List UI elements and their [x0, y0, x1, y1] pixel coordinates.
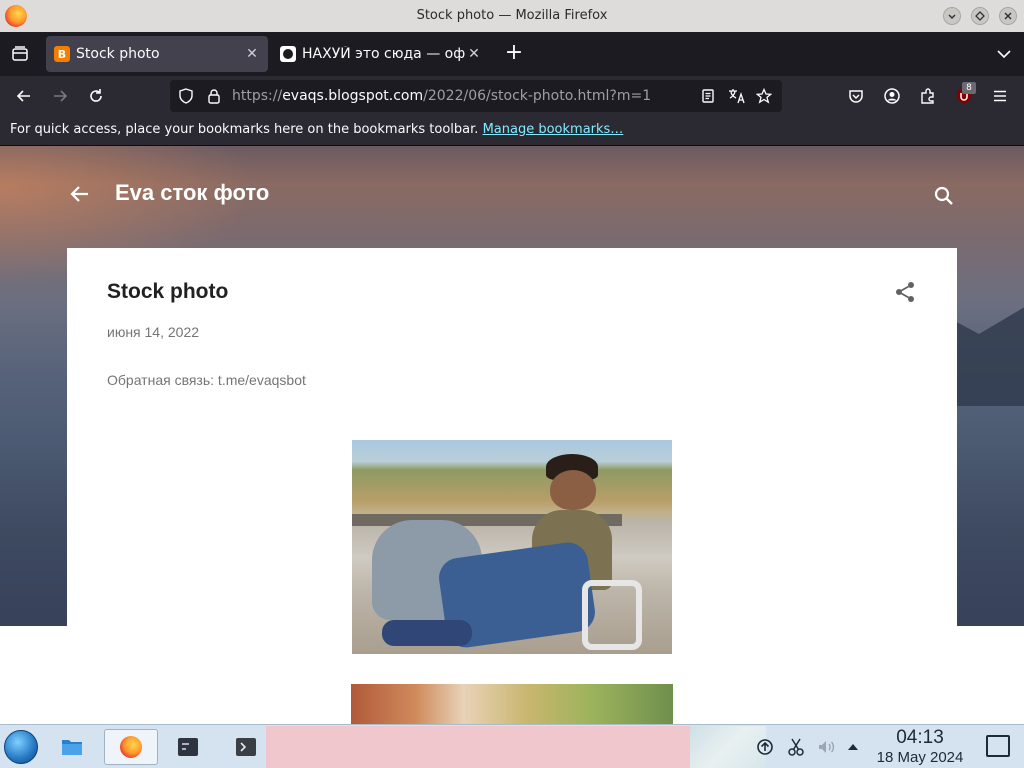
bookmarks-hint-text: For quick access, place your bookmarks h… — [10, 122, 479, 137]
post-photo-second[interactable] — [351, 684, 673, 724]
photo-face — [550, 470, 596, 510]
back-button[interactable] — [12, 84, 36, 108]
clock-time: 04:13 — [896, 727, 944, 748]
window-title: Stock photo — Mozilla Firefox — [416, 8, 608, 23]
minimize-window-button[interactable] — [943, 7, 961, 25]
url-bar[interactable]: https://evaqs.blogspot.com/2022/06/stock… — [170, 80, 782, 112]
app-menu-button[interactable] — [988, 84, 1012, 108]
lock-icon[interactable] — [206, 88, 222, 104]
tray-clipboard-icon[interactable] — [780, 729, 812, 765]
close-window-button[interactable] — [999, 7, 1017, 25]
hamburger-menu-icon — [994, 90, 1006, 102]
photo-shoes — [382, 620, 472, 646]
translate-icon[interactable] — [728, 88, 746, 104]
diamond-icon — [975, 11, 985, 21]
list-all-tabs-button[interactable] — [994, 44, 1014, 64]
chevron-down-icon — [948, 14, 956, 20]
clock-date: 18 May 2024 — [876, 749, 964, 766]
url-host: evaqs.blogspot.com — [282, 88, 424, 104]
tray-update-icon[interactable] — [748, 729, 782, 765]
start-menu-button[interactable] — [4, 730, 38, 764]
update-arrow-icon — [757, 739, 773, 755]
taskbar-terminal[interactable] — [228, 729, 264, 765]
share-icon — [896, 282, 914, 302]
window-app-icon — [178, 738, 198, 756]
forward-button[interactable] — [48, 84, 72, 108]
account-icon — [884, 88, 900, 104]
bookmarks-toolbar: For quick access, place your bookmarks h… — [0, 116, 1024, 146]
folder-icon — [62, 740, 82, 755]
tab-label: НАХУЙ это сюда — офи — [302, 46, 466, 62]
taskbar-file-manager[interactable] — [54, 729, 90, 765]
post-photo-boy-on-bench[interactable] — [352, 440, 672, 654]
post-body-text: Обратная связь: t.me/evaqsbot — [107, 372, 306, 388]
arrow-left-icon — [70, 186, 88, 202]
page-viewport: Eva сток фото Stock photo июня 14, 2022 … — [0, 146, 1024, 724]
firefox-icon — [120, 736, 142, 758]
speaker-icon — [819, 741, 835, 753]
close-icon — [1004, 12, 1012, 20]
taskbar-firefox[interactable] — [104, 729, 158, 765]
site-icon — [280, 46, 296, 62]
post-card: Stock photo июня 14, 2022 Обратная связь… — [67, 248, 957, 724]
blog-title[interactable]: Eva сток фото — [115, 180, 269, 206]
blog-search-button[interactable] — [932, 184, 956, 208]
terminal-icon — [236, 738, 256, 756]
post-title: Stock photo — [107, 280, 229, 303]
window-titlebar: Stock photo — Mozilla Firefox — [0, 0, 1024, 32]
puzzle-piece-icon — [921, 88, 934, 104]
taskbar-settings-app[interactable] — [170, 729, 206, 765]
arrow-right-icon — [54, 90, 68, 102]
url-text[interactable]: https://evaqs.blogspot.com/2022/06/stock… — [232, 88, 651, 104]
reader-view-icon[interactable] — [700, 88, 716, 104]
chevron-down-icon — [997, 50, 1011, 59]
extension-badge-count: 8 — [962, 82, 976, 94]
close-tab-icon[interactable]: ✕ — [244, 46, 260, 62]
close-tab-icon[interactable]: ✕ — [466, 46, 482, 62]
show-desktop-button[interactable] — [986, 735, 1010, 757]
firefox-view-button[interactable] — [8, 42, 32, 66]
taskbar-clock[interactable]: 04:13 18 May 2024 — [860, 727, 980, 767]
reload-button[interactable] — [84, 84, 108, 108]
bookmark-star-icon[interactable] — [756, 88, 772, 104]
account-button[interactable] — [880, 84, 904, 108]
pocket-button[interactable] — [844, 84, 868, 108]
share-button[interactable] — [893, 280, 917, 304]
scissors-icon — [788, 738, 804, 756]
taskbar: 04:13 18 May 2024 — [0, 724, 1024, 768]
tray-volume-icon[interactable] — [810, 729, 842, 765]
tab-second[interactable]: НАХУЙ это сюда — офи ✕ — [272, 36, 490, 72]
extensions-button[interactable] — [916, 84, 940, 108]
new-tab-button[interactable]: + — [502, 42, 526, 66]
post-date: июня 14, 2022 — [107, 324, 200, 340]
taskbar-empty-area — [266, 726, 690, 768]
blog-back-button[interactable] — [68, 182, 92, 206]
photo-chair — [582, 580, 642, 650]
search-icon — [934, 186, 953, 205]
tracking-protection-shield-icon[interactable] — [178, 88, 194, 104]
tab-stock-photo[interactable]: B Stock photo ✕ — [46, 36, 268, 72]
manage-bookmarks-link[interactable]: Manage bookmarks… — [483, 122, 624, 137]
arrow-left-icon — [16, 90, 30, 102]
tab-strip: B Stock photo ✕ НАХУЙ это сюда — офи ✕ + — [0, 32, 1024, 76]
firefox-view-icon — [12, 46, 28, 61]
url-path: /2022/06/stock-photo.html?m=1 — [423, 88, 652, 104]
url-scheme: https:// — [232, 88, 283, 104]
chevron-up-icon — [848, 744, 858, 750]
maximize-window-button[interactable] — [971, 7, 989, 25]
reload-icon — [90, 89, 102, 102]
tab-label: Stock photo — [76, 46, 160, 62]
pocket-icon — [849, 90, 863, 103]
navigation-toolbar: https://evaqs.blogspot.com/2022/06/stock… — [0, 76, 1024, 116]
blogger-icon: B — [54, 46, 70, 62]
